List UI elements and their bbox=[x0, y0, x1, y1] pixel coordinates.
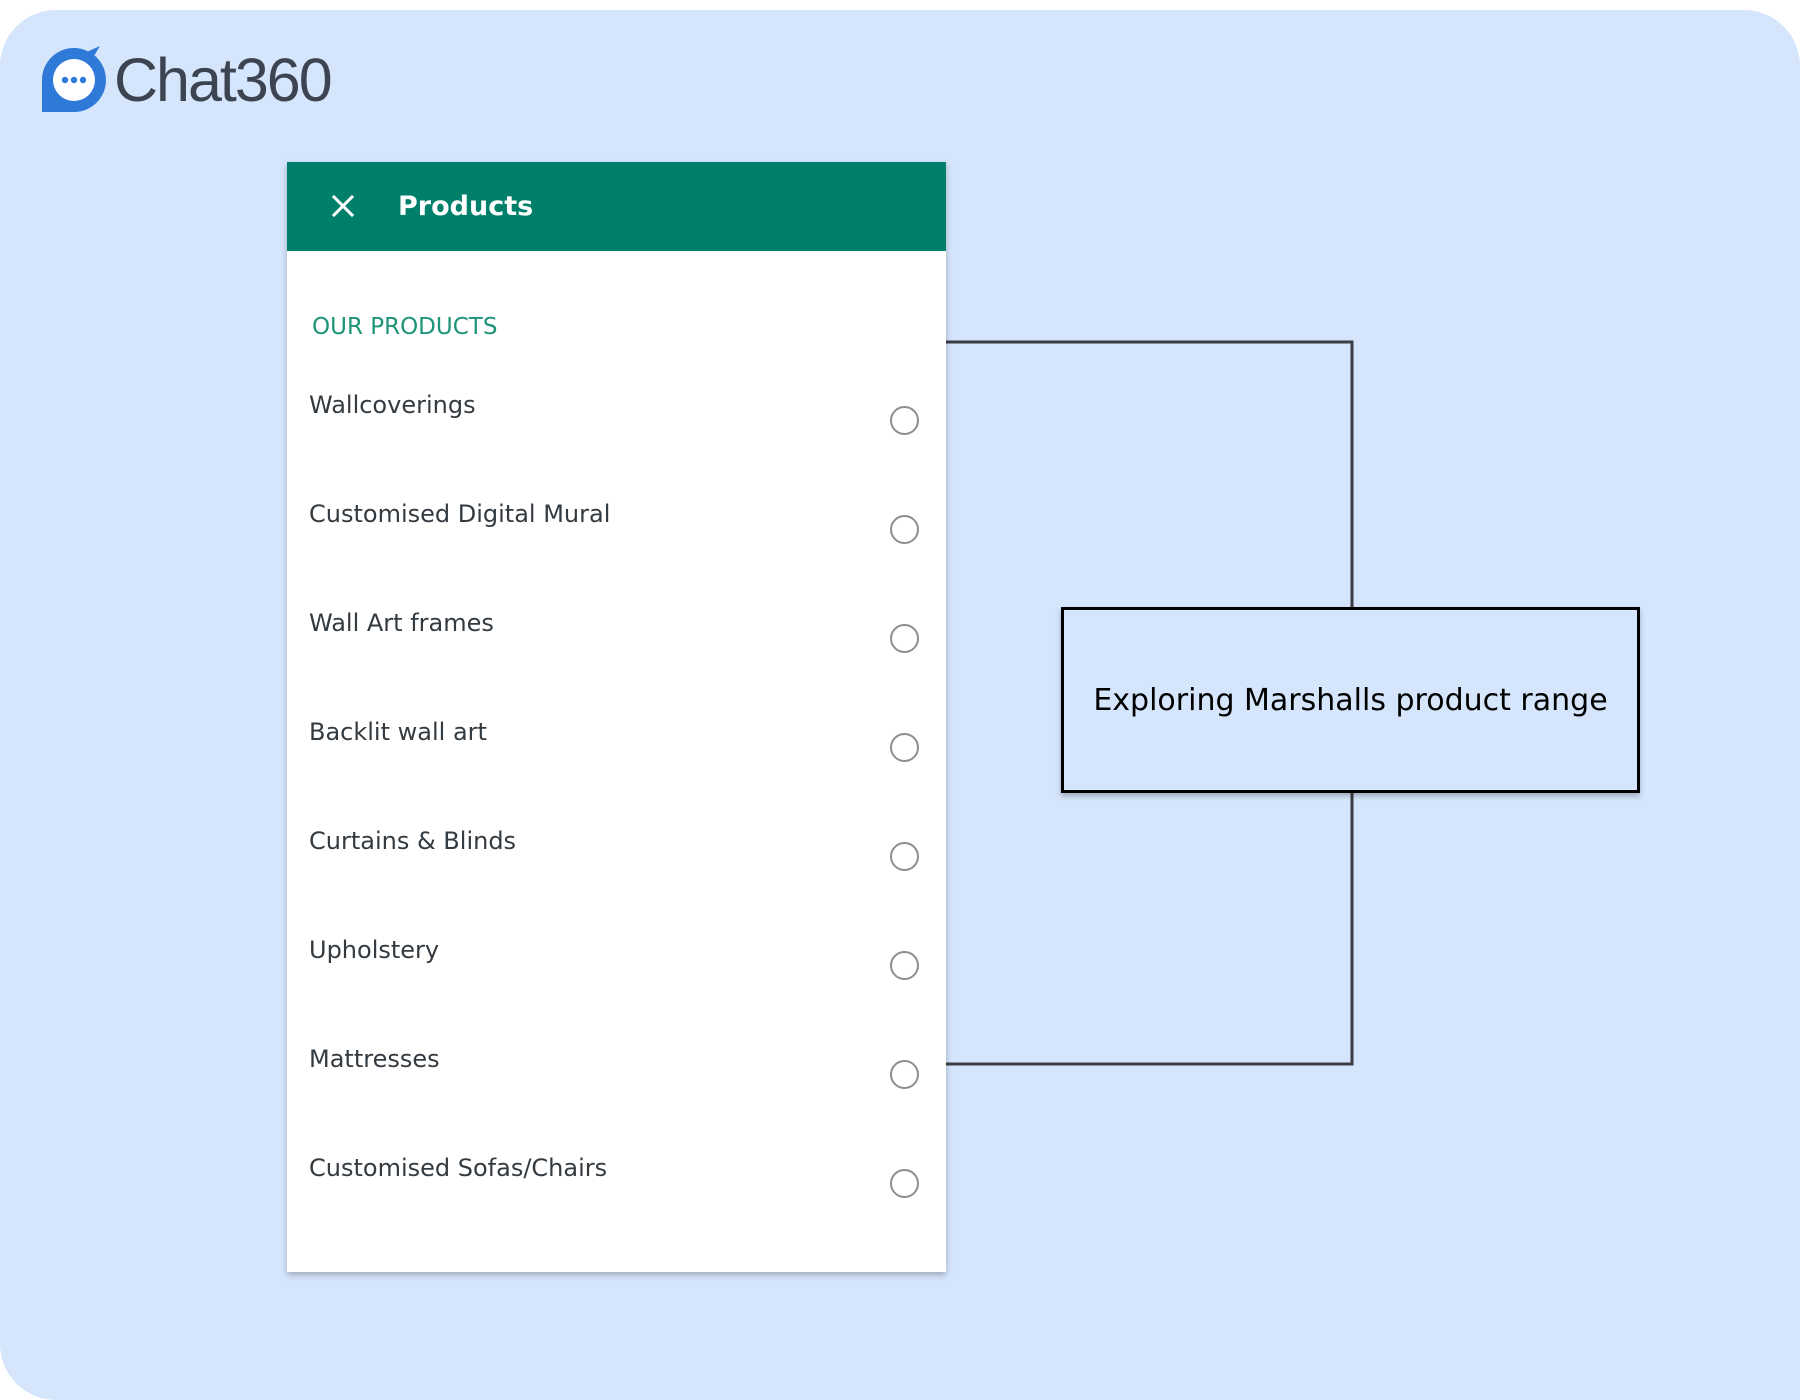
option-backlit-wall-art[interactable]: Backlit wall art bbox=[287, 714, 946, 823]
radio-button[interactable] bbox=[890, 406, 919, 435]
radio-button[interactable] bbox=[890, 624, 919, 653]
option-label: Customised Sofas/Chairs bbox=[309, 1154, 608, 1182]
option-label: Backlit wall art bbox=[309, 718, 487, 746]
radio-button[interactable] bbox=[890, 951, 919, 980]
radio-button[interactable] bbox=[890, 1169, 919, 1198]
annotation-text: Exploring Marshalls product range bbox=[1093, 682, 1608, 718]
option-customised-sofas-chairs[interactable]: Customised Sofas/Chairs bbox=[287, 1150, 946, 1259]
panel-header: Products bbox=[287, 162, 946, 251]
option-label: Upholstery bbox=[309, 936, 440, 964]
section-label: OUR PRODUCTS bbox=[312, 314, 498, 340]
option-label: Wallcoverings bbox=[309, 391, 476, 419]
product-option-list: Wallcoverings Customised Digital Mural W… bbox=[287, 387, 946, 1259]
radio-button[interactable] bbox=[890, 842, 919, 871]
option-wallcoverings[interactable]: Wallcoverings bbox=[287, 387, 946, 496]
option-upholstery[interactable]: Upholstery bbox=[287, 932, 946, 1041]
radio-button[interactable] bbox=[890, 515, 919, 544]
products-panel: Products OUR PRODUCTS Wallcoverings Cust… bbox=[287, 162, 946, 1272]
option-wall-art-frames[interactable]: Wall Art frames bbox=[287, 605, 946, 714]
radio-button[interactable] bbox=[890, 733, 919, 762]
canvas-background: Chat360 Products OUR PRODUCTS Wallcoveri… bbox=[0, 10, 1800, 1400]
brand-name: Chat360 bbox=[114, 45, 333, 114]
panel-title: Products bbox=[398, 191, 534, 222]
option-customised-digital-mural[interactable]: Customised Digital Mural bbox=[287, 496, 946, 605]
chat-bubble-icon bbox=[42, 46, 106, 112]
annotation-box: Exploring Marshalls product range bbox=[1061, 607, 1640, 793]
option-mattresses[interactable]: Mattresses bbox=[287, 1041, 946, 1150]
option-label: Mattresses bbox=[309, 1045, 440, 1073]
option-label: Curtains & Blinds bbox=[309, 827, 517, 855]
option-curtains-blinds[interactable]: Curtains & Blinds bbox=[287, 823, 946, 932]
brand-logo: Chat360 bbox=[38, 40, 333, 120]
option-label: Wall Art frames bbox=[309, 609, 494, 637]
radio-button[interactable] bbox=[890, 1060, 919, 1089]
close-icon[interactable] bbox=[327, 190, 359, 222]
option-label: Customised Digital Mural bbox=[309, 500, 611, 528]
